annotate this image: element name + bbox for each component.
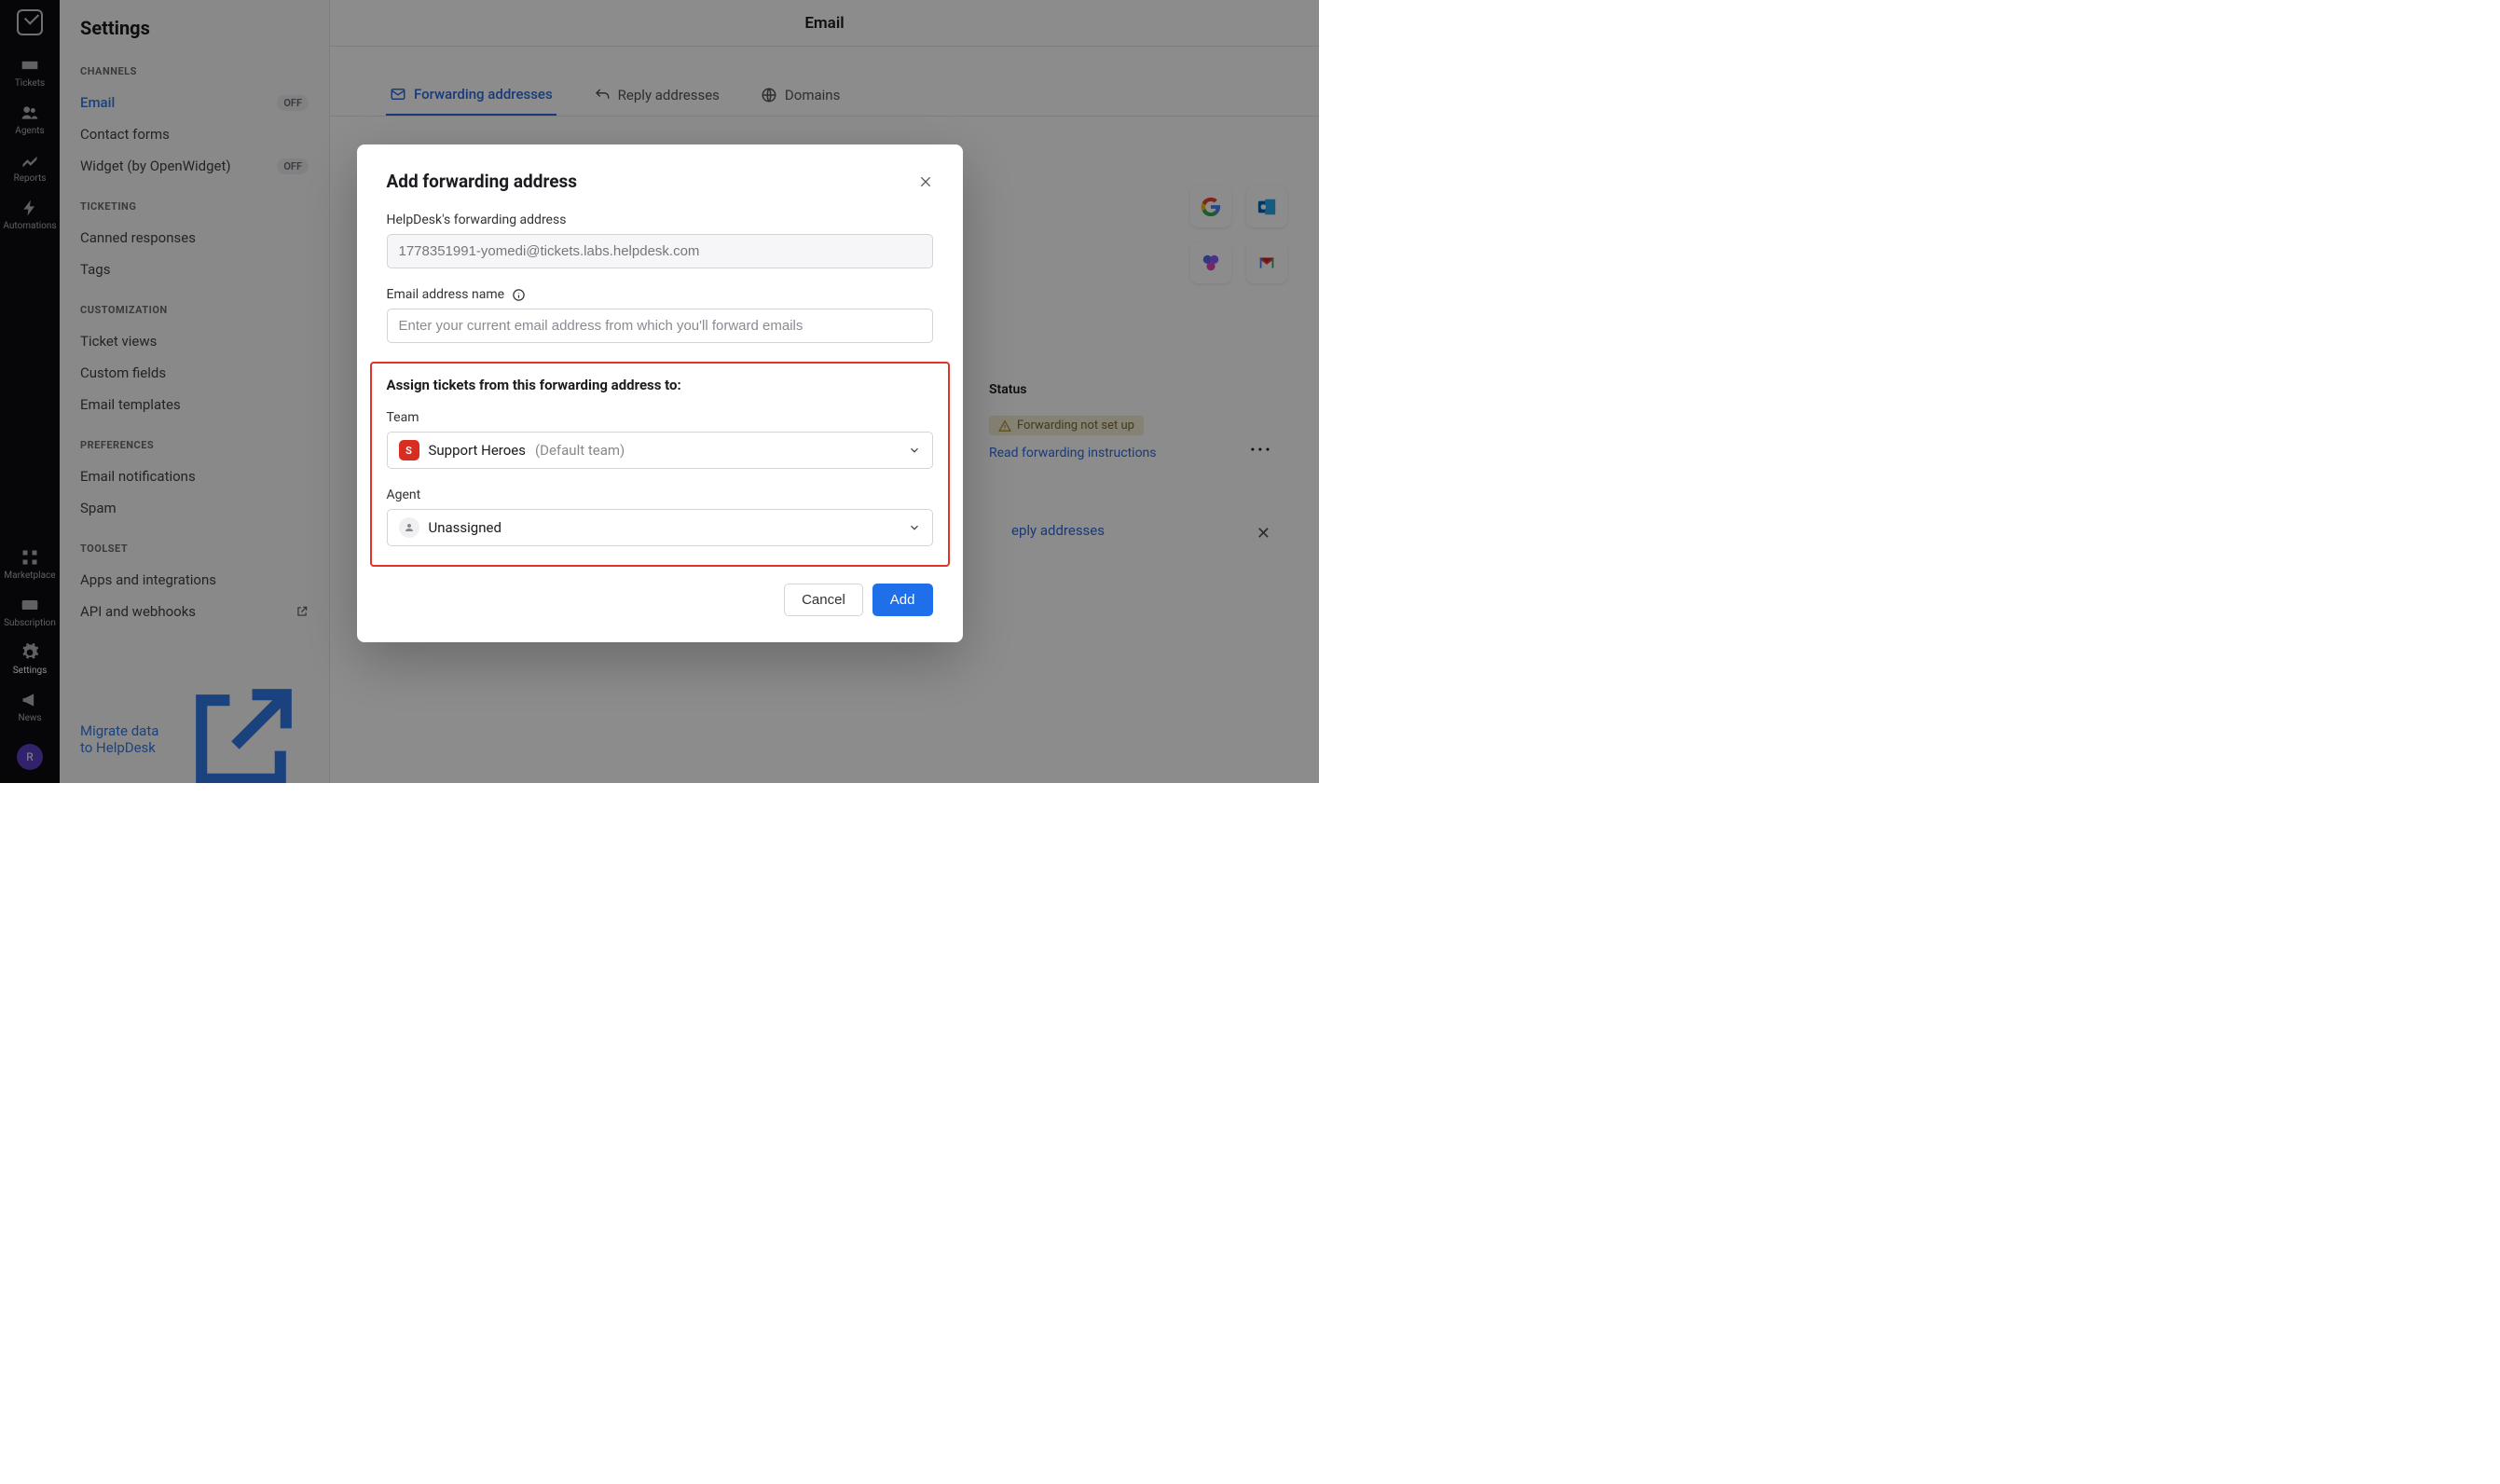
- add-forwarding-modal: Add forwarding address HelpDesk's forwar…: [357, 144, 963, 642]
- modal-title: Add forwarding address: [387, 171, 578, 192]
- fwd-address-label: HelpDesk's forwarding address: [387, 213, 933, 227]
- agent-select[interactable]: Unassigned: [387, 509, 933, 546]
- close-icon: [918, 174, 933, 189]
- person-icon: [404, 522, 415, 533]
- assign-section: Assign tickets from this forwarding addr…: [370, 362, 950, 567]
- assign-title: Assign tickets from this forwarding addr…: [387, 377, 933, 393]
- chevron-down-icon: [908, 444, 921, 457]
- team-value: Support Heroes: [429, 442, 527, 459]
- team-note: (Default team): [535, 442, 625, 459]
- agent-badge-icon: [399, 517, 419, 538]
- close-button[interactable]: [918, 174, 933, 189]
- agent-value: Unassigned: [429, 519, 501, 536]
- fwd-address-field[interactable]: [387, 234, 933, 268]
- team-badge-icon: S: [399, 440, 419, 460]
- name-label-text: Email address name: [387, 287, 505, 302]
- team-label: Team: [387, 410, 933, 425]
- add-button[interactable]: Add: [872, 584, 933, 616]
- agent-label: Agent: [387, 488, 933, 502]
- name-label: Email address name: [387, 287, 933, 302]
- info-icon[interactable]: [512, 288, 526, 302]
- cancel-button[interactable]: Cancel: [784, 584, 863, 616]
- name-field[interactable]: [387, 309, 933, 343]
- team-select[interactable]: S Support Heroes (Default team): [387, 432, 933, 469]
- chevron-down-icon: [908, 521, 921, 534]
